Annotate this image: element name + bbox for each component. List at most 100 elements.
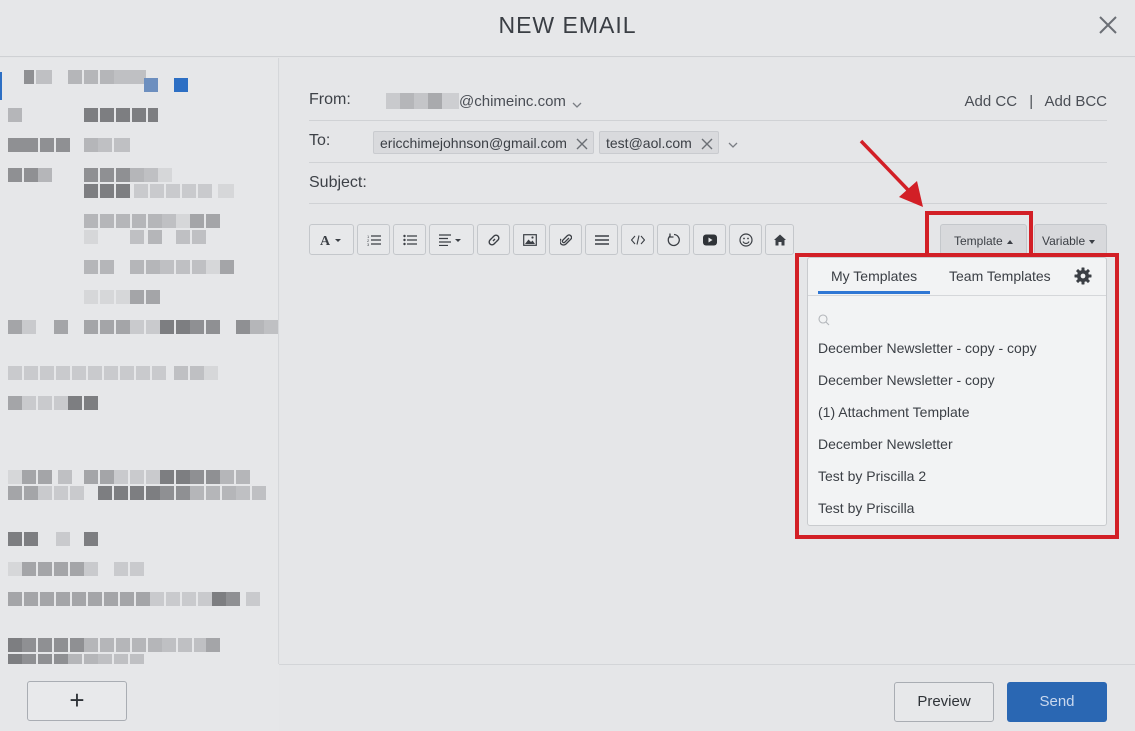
- redacted-pixel: [88, 366, 102, 380]
- undo-button[interactable]: [657, 224, 690, 255]
- redacted-pixel: [116, 184, 130, 198]
- redacted-pixel: [206, 320, 220, 334]
- chevron-down-icon[interactable]: [572, 97, 582, 108]
- redacted-pixel: [136, 366, 150, 380]
- redacted-pixel: [84, 470, 98, 484]
- redacted-pixel: [84, 396, 98, 410]
- redacted-pixel: [160, 260, 174, 274]
- redacted-pixel: [58, 470, 72, 484]
- template-dropdown: My Templates Team Templates December New…: [807, 257, 1107, 526]
- redacted-pixel: [8, 592, 22, 606]
- modal-header: NEW EMAIL: [0, 0, 1135, 57]
- redacted-pixel: [176, 486, 190, 500]
- redacted-pixel: [190, 366, 204, 380]
- redacted-pixel: [68, 654, 82, 664]
- caret-down-icon: [1089, 239, 1096, 244]
- redacted-pixel: [130, 230, 144, 244]
- redacted-pixel: [100, 320, 114, 334]
- redacted-pixel: [146, 486, 160, 500]
- redacted-pixel: [8, 486, 22, 500]
- redacted-pixel: [114, 70, 130, 84]
- redacted-pixel: [190, 470, 204, 484]
- horizontal-rule-icon: [594, 234, 609, 245]
- redacted-pixel: [100, 168, 114, 182]
- template-search[interactable]: [818, 313, 1096, 331]
- redacted-pixel: [8, 562, 22, 576]
- align-icon: [438, 233, 461, 246]
- variable-button[interactable]: Variable: [1034, 224, 1107, 255]
- redacted-pixel: [220, 470, 234, 484]
- template-item[interactable]: Test by Priscilla: [818, 500, 914, 516]
- remove-icon[interactable]: [701, 137, 713, 150]
- svg-text:A: A: [320, 234, 331, 247]
- template-item[interactable]: December Newsletter - copy - copy: [818, 340, 1037, 356]
- chevron-down-icon[interactable]: [728, 137, 738, 148]
- redacted-pixel: [70, 486, 84, 500]
- redacted-pixel: [100, 290, 114, 304]
- redacted-pixel: [84, 108, 98, 122]
- variable-button-label: Variable: [1042, 234, 1086, 248]
- tab-my-templates[interactable]: My Templates: [831, 268, 917, 284]
- redacted-pixel: [114, 654, 128, 664]
- bullet-list-button[interactable]: [393, 224, 426, 255]
- remove-icon[interactable]: [576, 137, 588, 150]
- video-button[interactable]: [693, 224, 726, 255]
- align-button[interactable]: [429, 224, 474, 255]
- redacted-pixel: [8, 654, 22, 664]
- redacted-pixel: [8, 532, 22, 546]
- redacted-pixel: [40, 592, 54, 606]
- redacted-pixel: [246, 592, 260, 606]
- emoji-button[interactable]: [729, 224, 762, 255]
- font-format-button[interactable]: A: [309, 224, 354, 255]
- redacted-pixel: [98, 654, 112, 664]
- gear-icon[interactable]: [1074, 267, 1092, 285]
- image-button[interactable]: [513, 224, 546, 255]
- redacted-pixel: [22, 638, 36, 652]
- cc-bcc-links: Add CC | Add BCC: [965, 93, 1107, 110]
- redacted-pixel: [130, 470, 144, 484]
- template-item[interactable]: December Newsletter - copy: [818, 372, 995, 388]
- redacted-pixel: [160, 486, 174, 500]
- redacted-pixel: [38, 396, 52, 410]
- redacted-pixel: [84, 184, 98, 198]
- redacted-pixel: [250, 320, 264, 334]
- template-item[interactable]: (1) Attachment Template: [818, 404, 969, 420]
- link-button[interactable]: [477, 224, 510, 255]
- redacted-pixel: [84, 638, 98, 652]
- subject-label: Subject:: [309, 174, 367, 191]
- recipient-chip[interactable]: ericchimejohnson@gmail.com: [373, 131, 594, 154]
- code-button[interactable]: [621, 224, 654, 255]
- subject-input[interactable]: [389, 174, 1089, 194]
- redacted-pixel: [84, 290, 98, 304]
- redacted-pixel: [84, 562, 98, 576]
- attachment-button[interactable]: [549, 224, 582, 255]
- redacted-pixel: [120, 366, 134, 380]
- redacted-pixel: [54, 562, 68, 576]
- template-item[interactable]: December Newsletter: [818, 436, 953, 452]
- horizontal-rule-button[interactable]: [585, 224, 618, 255]
- ordered-list-icon: 123: [367, 234, 381, 246]
- add-bcc-link[interactable]: Add BCC: [1044, 93, 1107, 110]
- add-button[interactable]: +: [27, 681, 127, 721]
- redacted-pixel: [38, 486, 52, 500]
- redacted-pixel: [98, 486, 112, 500]
- send-button[interactable]: Send: [1007, 682, 1107, 722]
- redacted-pixel: [174, 78, 188, 92]
- redacted-pixel: [100, 70, 114, 84]
- redacted-pixel: [22, 562, 36, 576]
- redacted-pixel: [146, 290, 160, 304]
- redacted-pixel: [116, 320, 130, 334]
- recipient-chip[interactable]: test@aol.com: [599, 131, 719, 154]
- preview-button[interactable]: Preview: [894, 682, 994, 722]
- to-label: To:: [309, 132, 331, 149]
- home-button[interactable]: [765, 224, 794, 255]
- redacted-pixel: [166, 592, 180, 606]
- from-address[interactable]: @chimeinc.com: [459, 93, 566, 110]
- selected-indicator: [0, 72, 2, 100]
- tab-team-templates[interactable]: Team Templates: [949, 268, 1051, 284]
- close-icon[interactable]: [1097, 14, 1119, 36]
- ordered-list-button[interactable]: 123: [357, 224, 390, 255]
- redacted-pixel: [24, 138, 38, 152]
- template-item[interactable]: Test by Priscilla 2: [818, 468, 926, 484]
- add-cc-link[interactable]: Add CC: [965, 93, 1018, 110]
